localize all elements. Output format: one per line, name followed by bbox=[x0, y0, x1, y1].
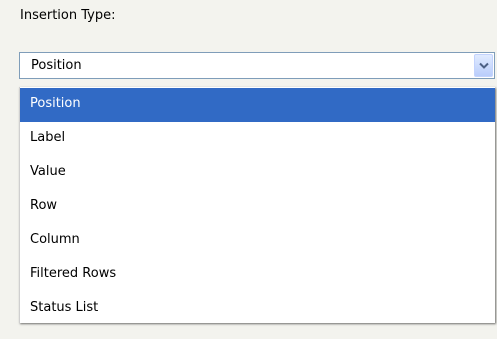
dropdown-toggle-button[interactable] bbox=[474, 54, 493, 77]
insertion-type-selected-value: Position bbox=[31, 58, 82, 73]
insertion-type-select[interactable]: Position bbox=[19, 52, 495, 79]
option-row[interactable]: Row bbox=[20, 190, 495, 224]
insertion-type-dropdown-list: Position Label Value Row Column Filtered… bbox=[19, 87, 495, 323]
option-status-list[interactable]: Status List bbox=[20, 292, 495, 326]
insertion-type-label: Insertion Type: bbox=[20, 8, 116, 23]
option-column[interactable]: Column bbox=[20, 224, 495, 258]
chevron-down-icon bbox=[479, 62, 489, 69]
option-filtered-rows[interactable]: Filtered Rows bbox=[20, 258, 495, 292]
option-value[interactable]: Value bbox=[20, 156, 495, 190]
option-label[interactable]: Label bbox=[20, 122, 495, 156]
option-position[interactable]: Position bbox=[20, 88, 495, 122]
